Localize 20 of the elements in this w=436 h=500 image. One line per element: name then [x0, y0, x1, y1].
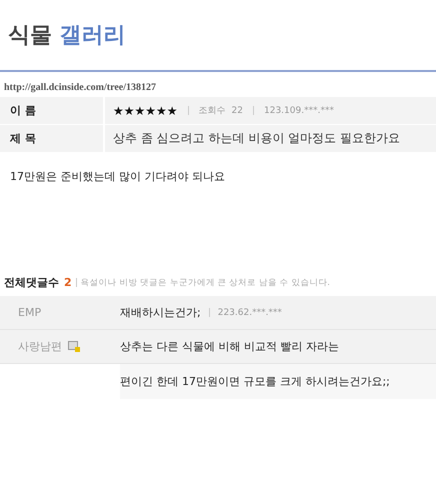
comment-ip: 223.62.***.***	[218, 308, 282, 318]
comment-text: 편이긴 한데 17만원이면 규모를 크게 하시려는건가요;;	[120, 374, 390, 389]
post-subject: 상추 좀 심으려고 하는데 비용이 얼마정도 필요한가요	[113, 130, 400, 147]
comment-text: 재배하시는건가;	[120, 305, 201, 320]
name-label: 이 름	[0, 97, 105, 124]
comment-author[interactable]: 사랑남편	[18, 339, 62, 354]
gallog-icon[interactable]	[68, 341, 80, 352]
gallery-title: 식물 갤러리	[8, 23, 126, 48]
comment-count: 2	[64, 276, 72, 289]
comment-author[interactable]: EMP	[18, 306, 42, 319]
post-url[interactable]: http://gall.dcinside.com/tree/138127	[0, 82, 436, 93]
author-name: ★★★★★★	[113, 104, 178, 118]
comment-text: 상추는 다른 식물에 비해 비교적 빨리 자라는	[120, 339, 339, 354]
comment-count-label: 전체댓글수	[4, 275, 59, 290]
author-ip: 123.109.***.***	[264, 106, 334, 116]
views-label: 조회수	[198, 105, 226, 117]
post-body: 17만원은 준비했는데 많이 기다려야 되나요	[10, 170, 225, 183]
subject-label: 제 목	[0, 125, 105, 152]
views-count: 22	[232, 106, 243, 116]
comment-notice: 욕설이나 비방 댓글은 누군가에게 큰 상처로 남을 수 있습니다.	[80, 276, 330, 288]
